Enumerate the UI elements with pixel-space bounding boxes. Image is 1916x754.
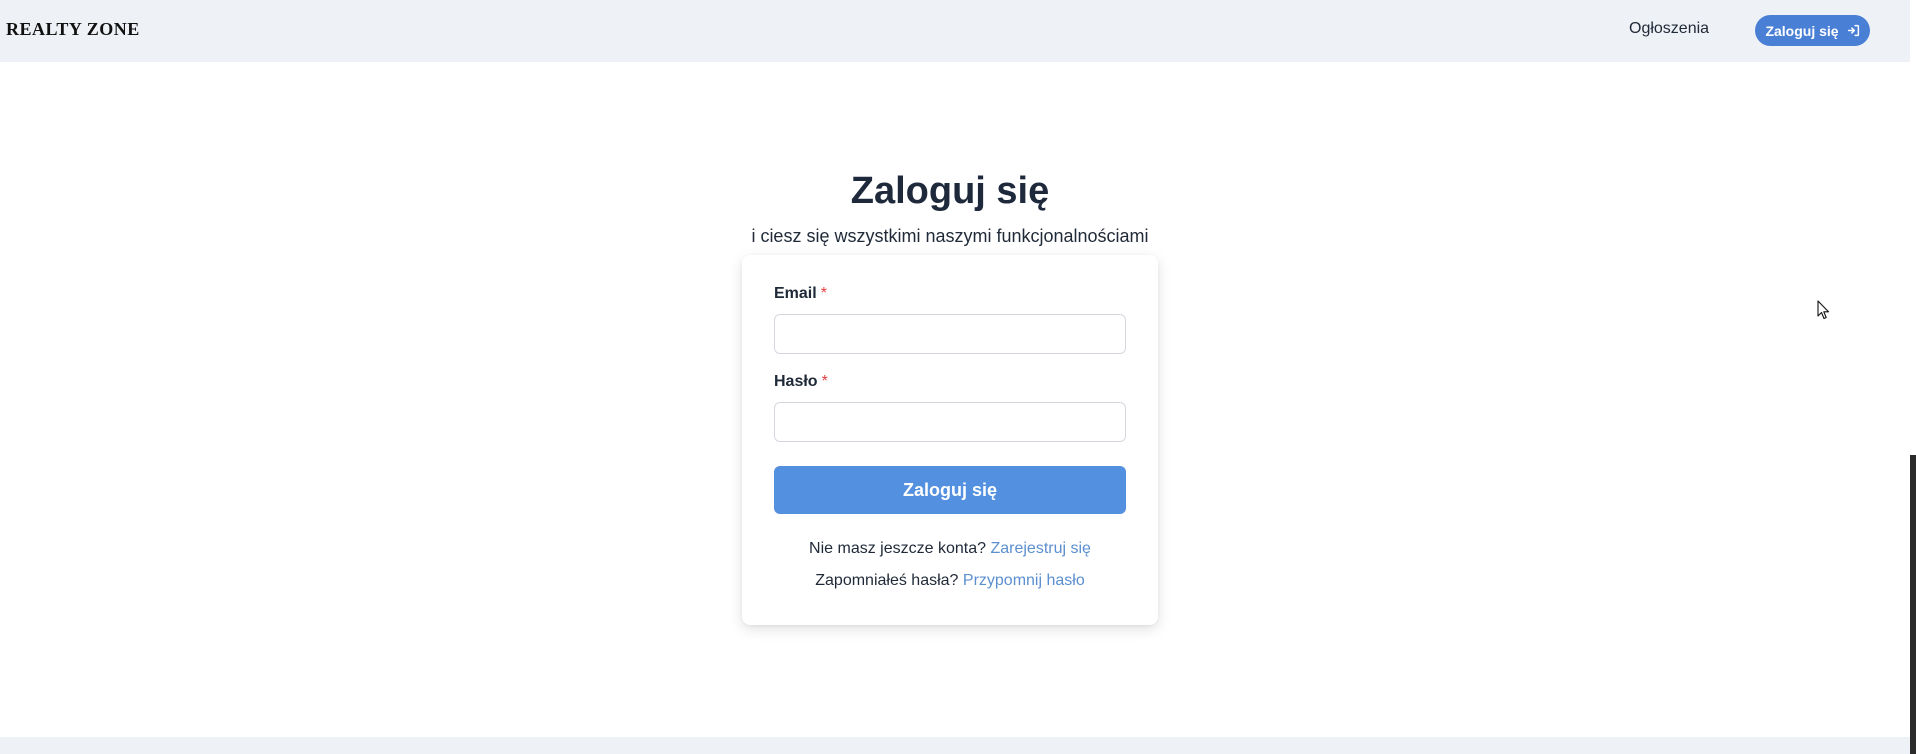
register-link[interactable]: Zarejestruj się xyxy=(990,540,1090,557)
required-asterisk: * xyxy=(820,285,827,302)
nav-link-listings[interactable]: Ogłoszenia xyxy=(1629,20,1709,38)
email-field[interactable] xyxy=(774,314,1126,354)
password-label: Hasło * xyxy=(774,373,828,391)
required-asterisk: * xyxy=(821,373,828,390)
email-label: Email * xyxy=(774,285,827,303)
password-label-text: Hasło xyxy=(774,373,818,390)
login-submit-button[interactable]: Zaloguj się xyxy=(774,466,1126,514)
nav-login-button-label: Zaloguj się xyxy=(1765,22,1839,39)
forgot-password-link[interactable]: Przypomnij hasło xyxy=(963,572,1085,589)
page-title: Zaloguj się xyxy=(850,170,1050,212)
register-prompt: Nie masz jeszcze konta? Zarejestruj się xyxy=(742,540,1158,558)
password-field[interactable] xyxy=(774,402,1126,442)
sign-in-icon xyxy=(1847,24,1860,37)
site-logo[interactable]: REALTY ZONE xyxy=(6,19,140,40)
footer-strip xyxy=(0,737,1910,754)
register-prompt-text: Nie masz jeszcze konta? xyxy=(809,540,987,557)
top-navbar: REALTY ZONE Ogłoszenia Zaloguj się xyxy=(0,0,1910,62)
mouse-cursor-icon xyxy=(1817,300,1831,325)
forgot-prompt-text: Zapomniałeś hasła? xyxy=(815,572,959,589)
forgot-password-prompt: Zapomniałeś hasła? Przypomnij hasło xyxy=(742,572,1158,590)
email-label-text: Email xyxy=(774,285,817,302)
scrollbar-thumb[interactable] xyxy=(1910,455,1916,754)
nav-login-button[interactable]: Zaloguj się xyxy=(1755,15,1870,46)
login-card: Email * Hasło * Zaloguj się Nie masz jeszc… xyxy=(742,255,1158,625)
page-subtitle: i ciesz się wszystkimi naszymi funkcjona… xyxy=(751,226,1149,246)
